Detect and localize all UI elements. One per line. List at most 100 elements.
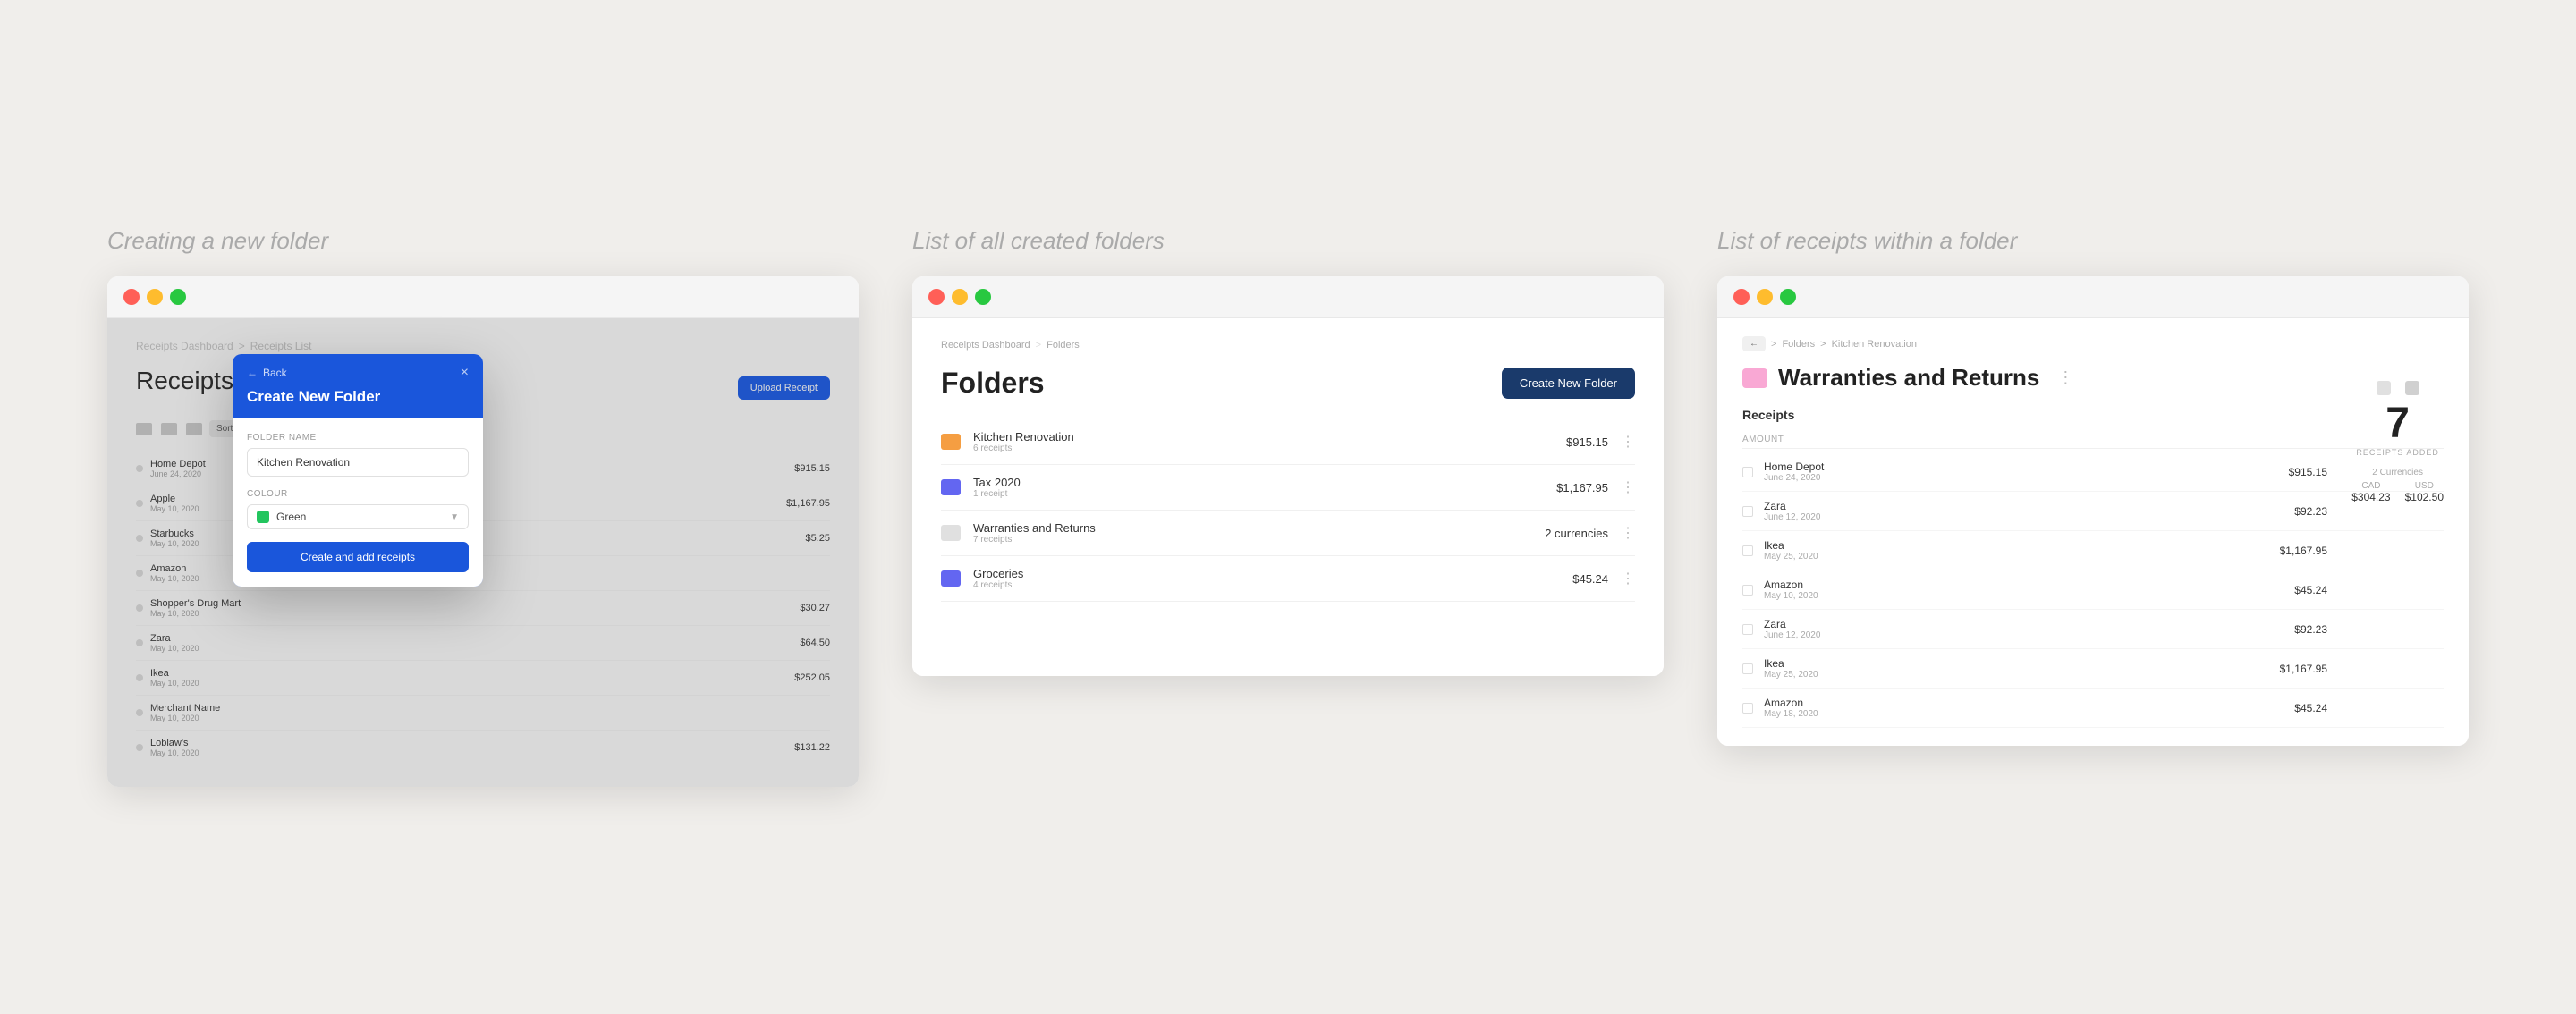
p3-currency-usd: USD $102.50 bbox=[2405, 481, 2444, 503]
p3-action-icon[interactable] bbox=[2405, 381, 2419, 395]
p3-checkbox[interactable] bbox=[1742, 624, 1753, 635]
folder-info: Tax 2020 1 receipt bbox=[973, 476, 1556, 499]
p3-receipt-info: Ikea May 25, 2020 bbox=[1764, 657, 2280, 680]
folder-amount: $1,167.95 bbox=[1556, 481, 1608, 494]
p3-checkbox[interactable] bbox=[1742, 545, 1753, 556]
p3-receipt-row[interactable]: Ikea May 25, 2020 $1,167.95 bbox=[1742, 531, 2444, 570]
folder-sub: 4 receipts bbox=[973, 580, 1572, 590]
p3-folder-title: Warranties and Returns bbox=[1778, 364, 2039, 392]
folder-name-input[interactable] bbox=[247, 448, 469, 477]
p3-receipt-row[interactable]: Amazon May 18, 2020 $45.24 bbox=[1742, 689, 2444, 728]
p3-currencies-panel: 2 Currencies CAD $304.23 USD $102.50 bbox=[2351, 468, 2444, 503]
folder-menu-icon[interactable]: ⋮ bbox=[1621, 433, 1635, 451]
p3-receipt-amount: $45.24 bbox=[2294, 584, 2327, 596]
p3-receipt-info: Zara June 12, 2020 bbox=[1764, 618, 2294, 640]
color-selector[interactable]: Green ▼ bbox=[247, 504, 469, 529]
p3-receipt-name: Zara bbox=[1764, 500, 2294, 512]
folder-row[interactable]: Groceries 4 receipts $45.24 ⋮ bbox=[941, 556, 1635, 602]
tl-green-3[interactable] bbox=[1780, 289, 1796, 305]
panel2-content: Receipts Dashboard > Folders Folders Cre… bbox=[912, 318, 1664, 676]
create-new-folder-button[interactable]: Create New Folder bbox=[1502, 368, 1635, 399]
tl-green-2[interactable] bbox=[975, 289, 991, 305]
folder-row[interactable]: Warranties and Returns 7 receipts 2 curr… bbox=[941, 511, 1635, 556]
p3-receipt-date: June 24, 2020 bbox=[1764, 473, 2289, 483]
modal-body: Folder Name Colour Green ▼ Create and ad… bbox=[233, 418, 483, 587]
p3-receipt-name: Amazon bbox=[1764, 579, 2294, 591]
p3-receipt-amount: $92.23 bbox=[2294, 505, 2327, 518]
p3-folder-icon bbox=[1742, 368, 1767, 388]
panel1-content: Receipts Dashboard > Receipts List Recei… bbox=[107, 318, 859, 787]
panel1-browser: Receipts Dashboard > Receipts List Recei… bbox=[107, 276, 859, 787]
folder-row[interactable]: Kitchen Renovation 6 receipts $915.15 ⋮ bbox=[941, 419, 1635, 465]
folder-icon bbox=[941, 570, 961, 587]
panel3-content: ← > Folders > Kitchen Renovation Warrant… bbox=[1717, 318, 2469, 746]
p3-receipt-amount: $92.23 bbox=[2294, 623, 2327, 636]
p3-checkbox[interactable] bbox=[1742, 663, 1753, 674]
folder-icon bbox=[941, 525, 961, 541]
p2-folder-list: Kitchen Renovation 6 receipts $915.15 ⋮ … bbox=[941, 419, 1635, 602]
panel2-wrapper: List of all created folders Receipts Das… bbox=[912, 227, 1664, 676]
p3-back-button[interactable]: ← bbox=[1742, 336, 1766, 351]
tl-red-1[interactable] bbox=[123, 289, 140, 305]
p3-receipt-info: Ikea May 25, 2020 bbox=[1764, 539, 2280, 562]
p3-receipt-amount: $915.15 bbox=[2289, 466, 2327, 478]
tl-yellow-1[interactable] bbox=[147, 289, 163, 305]
p3-checkbox[interactable] bbox=[1742, 506, 1753, 517]
p3-receipt-row[interactable]: Zara June 12, 2020 $92.23 bbox=[1742, 492, 2444, 531]
modal-back-button[interactable]: ← Back bbox=[247, 367, 287, 379]
folder-menu-icon[interactable]: ⋮ bbox=[1621, 478, 1635, 496]
folder-menu-icon[interactable]: ⋮ bbox=[1621, 570, 1635, 587]
folder-amount: 2 currencies bbox=[1545, 527, 1608, 540]
p3-more-menu-icon[interactable]: ⋮ bbox=[2057, 368, 2073, 387]
folder-sub: 6 receipts bbox=[973, 444, 1566, 453]
p3-receipt-info: Amazon May 18, 2020 bbox=[1764, 697, 2294, 719]
chevron-down-icon: ▼ bbox=[450, 512, 459, 522]
p3-receipt-name: Ikea bbox=[1764, 539, 2280, 552]
panel3-titlebar bbox=[1717, 276, 2469, 318]
modal-close-button[interactable]: × bbox=[461, 365, 469, 381]
p3-checkbox[interactable] bbox=[1742, 467, 1753, 477]
p3-stats-label: RECEIPTS ADDED bbox=[2351, 448, 2444, 457]
p3-receipt-row[interactable]: Home Depot June 24, 2020 $915.15 bbox=[1742, 452, 2444, 492]
folder-row[interactable]: Tax 2020 1 receipt $1,167.95 ⋮ bbox=[941, 465, 1635, 511]
p2-nav-dashboard[interactable]: Receipts Dashboard bbox=[941, 340, 1030, 351]
p3-checkbox[interactable] bbox=[1742, 585, 1753, 596]
tl-yellow-3[interactable] bbox=[1757, 289, 1773, 305]
p3-checkbox[interactable] bbox=[1742, 703, 1753, 714]
color-label: Colour bbox=[247, 489, 469, 499]
p3-receipt-info: Home Depot June 24, 2020 bbox=[1764, 461, 2289, 483]
tl-red-2[interactable] bbox=[928, 289, 945, 305]
p3-receipt-row[interactable]: Zara June 12, 2020 $92.23 bbox=[1742, 610, 2444, 649]
p3-stats-number: 7 bbox=[2351, 399, 2444, 448]
panel2-caption: List of all created folders bbox=[912, 227, 1664, 255]
p3-receipt-name: Home Depot bbox=[1764, 461, 2289, 473]
tl-yellow-2[interactable] bbox=[952, 289, 968, 305]
p2-nav-folders[interactable]: Folders bbox=[1046, 340, 1080, 351]
back-arrow-icon: ← bbox=[247, 367, 258, 379]
folder-menu-icon[interactable]: ⋮ bbox=[1621, 524, 1635, 542]
modal-overlay: ← Back × Create New Folder Folder Name C… bbox=[107, 318, 859, 787]
p3-receipt-date: June 12, 2020 bbox=[1764, 512, 2294, 522]
p3-receipt-info: Amazon May 10, 2020 bbox=[1764, 579, 2294, 601]
p3-receipt-name: Zara bbox=[1764, 618, 2294, 630]
p3-receipt-name: Ikea bbox=[1764, 657, 2280, 670]
folder-name: Warranties and Returns bbox=[973, 521, 1545, 535]
tl-red-3[interactable] bbox=[1733, 289, 1750, 305]
panel3-browser: ← > Folders > Kitchen Renovation Warrant… bbox=[1717, 276, 2469, 746]
create-and-add-button[interactable]: Create and add receipts bbox=[247, 542, 469, 572]
panel2-inner: Receipts Dashboard > Folders Folders Cre… bbox=[912, 318, 1664, 623]
p3-delete-icon[interactable] bbox=[2377, 381, 2391, 395]
p3-receipt-date: June 12, 2020 bbox=[1764, 630, 2294, 640]
folder-sub: 1 receipt bbox=[973, 489, 1556, 499]
p3-receipt-row[interactable]: Amazon May 10, 2020 $45.24 bbox=[1742, 570, 2444, 610]
p3-folders-link[interactable]: Folders bbox=[1782, 339, 1815, 350]
panel3-caption: List of receipts within a folder bbox=[1717, 227, 2469, 255]
p3-receipt-row[interactable]: Ikea May 25, 2020 $1,167.95 bbox=[1742, 649, 2444, 689]
p3-receipt-name: Amazon bbox=[1764, 697, 2294, 709]
color-name: Green bbox=[276, 511, 443, 523]
tl-green-1[interactable] bbox=[170, 289, 186, 305]
main-container: Creating a new folder Receipts Dashboard… bbox=[0, 173, 2576, 841]
p2-nav: Receipts Dashboard > Folders bbox=[941, 340, 1635, 351]
folder-name: Groceries bbox=[973, 567, 1572, 580]
p3-receipt-date: May 25, 2020 bbox=[1764, 670, 2280, 680]
